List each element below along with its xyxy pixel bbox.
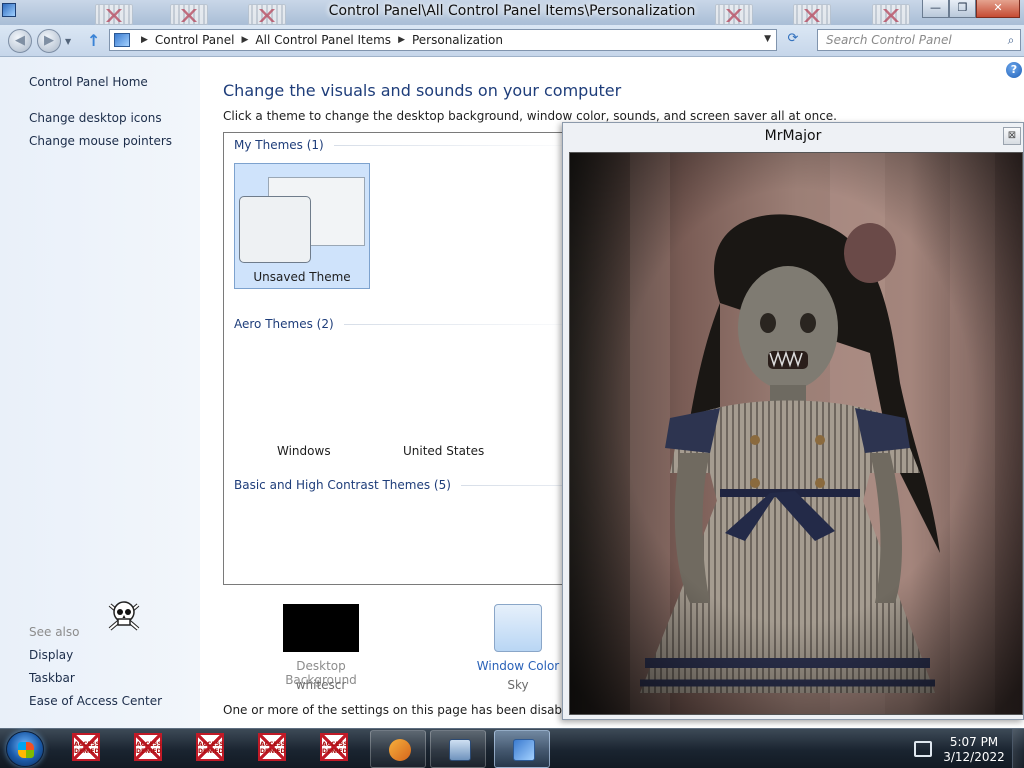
- search-box[interactable]: Search Control Panel ⌕: [817, 29, 1021, 51]
- minimize-button[interactable]: —: [922, 0, 949, 18]
- change-mouse-pointers-link[interactable]: Change mouse pointers: [29, 134, 172, 148]
- clock-date: 3/12/2022: [943, 750, 1005, 764]
- theme-tile-united-states[interactable]: United States: [403, 444, 484, 458]
- change-desktop-icons-link[interactable]: Change desktop icons: [29, 111, 162, 125]
- creepy-doll-image: [569, 152, 1023, 715]
- breadcrumb-control-panel[interactable]: Control Panel: [155, 33, 235, 47]
- group-header-basic-themes: Basic and High Contrast Themes (5): [234, 478, 562, 492]
- popup-title: MrMajor: [764, 128, 822, 144]
- help-icon[interactable]: ?: [1006, 62, 1022, 78]
- window-color-value: Sky: [507, 678, 529, 692]
- access-denied-icon[interactable]: ACCESS DENIED: [72, 733, 100, 761]
- ease-of-access-link[interactable]: Ease of Access Center: [29, 694, 162, 708]
- clock-time: 5:07 PM: [949, 735, 999, 749]
- access-denied-icon[interactable]: ACCESS DENIED: [134, 733, 162, 761]
- recent-pages-dropdown[interactable]: ▼: [65, 37, 71, 46]
- control-panel-icon: [114, 33, 130, 47]
- breadcrumb-separator[interactable]: ▶: [141, 35, 148, 45]
- search-input[interactable]: Search Control Panel: [818, 33, 1002, 47]
- group-header-aero-themes: Aero Themes (2): [234, 317, 562, 331]
- window-icon: [449, 739, 471, 761]
- breadcrumb-all-items[interactable]: All Control Panel Items: [255, 33, 391, 47]
- breadcrumb-personalization[interactable]: Personalization: [412, 33, 503, 47]
- access-denied-icon[interactable]: ACCESS DENIED: [320, 733, 348, 761]
- access-denied-text: ACCESS DENIED: [260, 741, 286, 755]
- access-denied-text: ACCESS DENIED: [136, 741, 162, 755]
- windows-logo-icon: [18, 742, 34, 758]
- breadcrumb[interactable]: ▶ Control Panel ▶ All Control Panel Item…: [109, 29, 777, 51]
- divider: [460, 484, 562, 486]
- theme-tile-windows[interactable]: Windows: [277, 444, 331, 458]
- display-link[interactable]: Display: [29, 648, 73, 662]
- taskbar: ACCESS DENIED ACCESS DENIED ACCESS DENIE…: [0, 728, 1024, 768]
- window-controls: — ❐ ✕: [922, 0, 1020, 18]
- access-denied-text: ACCESS DENIED: [74, 741, 100, 755]
- breadcrumb-separator[interactable]: ▶: [398, 35, 405, 45]
- control-panel-home-link[interactable]: Control Panel Home: [29, 75, 148, 89]
- task-sidebar: Control Panel Home Change desktop icons …: [0, 57, 200, 728]
- doll-picture: [570, 153, 1022, 714]
- window-color-link[interactable]: Window Color: [470, 659, 566, 673]
- group-header-my-themes: My Themes (1): [234, 138, 562, 152]
- window-color-preview[interactable]: [494, 604, 542, 652]
- skull-crossbones-cursor-icon: [108, 601, 140, 631]
- theme-list[interactable]: My Themes (1) Unsaved Theme Aero Themes …: [223, 132, 563, 585]
- group-title: Basic and High Contrast Themes (5): [234, 478, 451, 492]
- access-denied-text: ACCESS DENIED: [198, 741, 224, 755]
- refresh-icon[interactable]: ⟳: [782, 31, 804, 51]
- search-icon[interactable]: ⌕: [1002, 33, 1020, 48]
- divider: [343, 323, 562, 325]
- access-denied-icon[interactable]: ACCESS DENIED: [196, 733, 224, 761]
- taskbar-media-player[interactable]: [370, 730, 426, 768]
- control-panel-icon: [513, 739, 535, 761]
- access-denied-icon[interactable]: ACCESS DENIED: [258, 733, 286, 761]
- popup-close-button[interactable]: ⊠: [1003, 127, 1021, 145]
- network-icon[interactable]: [914, 741, 932, 757]
- clock[interactable]: 5:07 PM 3/12/2022: [938, 735, 1010, 765]
- group-title: My Themes (1): [234, 138, 324, 152]
- desktop-background-value: whitescr: [295, 678, 347, 692]
- media-player-icon: [389, 739, 411, 761]
- taskbar-window[interactable]: [430, 730, 486, 768]
- up-arrow-icon[interactable]: ↑: [87, 31, 100, 50]
- theme-tile-unsaved[interactable]: Unsaved Theme: [234, 163, 370, 289]
- start-button[interactable]: [6, 731, 44, 767]
- access-denied-text: ACCESS DENIED: [322, 741, 348, 755]
- taskbar-control-panel[interactable]: [494, 730, 550, 768]
- address-toolbar: ◀ ▶ ▼ ↑ ▶ Control Panel ▶ All Control Pa…: [0, 25, 1024, 57]
- maximize-button[interactable]: ❐: [949, 0, 976, 18]
- see-also-heading: See also: [29, 625, 80, 639]
- group-title: Aero Themes (2): [234, 317, 334, 331]
- back-button[interactable]: ◀: [8, 29, 32, 53]
- theme-tile-label: Unsaved Theme: [253, 270, 351, 284]
- show-desktop-button[interactable]: [1012, 729, 1024, 768]
- desktop-background-preview[interactable]: [283, 604, 359, 652]
- taskbar-link[interactable]: Taskbar: [29, 671, 75, 685]
- close-button[interactable]: ✕: [976, 0, 1020, 18]
- page-description: Click a theme to change the desktop back…: [223, 109, 837, 123]
- page-title: Change the visuals and sounds on your co…: [223, 81, 622, 100]
- forward-button[interactable]: ▶: [37, 29, 61, 53]
- theme-preview-front: [239, 196, 311, 263]
- title-bar: Control Panel\All Control Panel Items\Pe…: [0, 0, 1024, 25]
- address-history-dropdown[interactable]: ▼: [764, 34, 771, 44]
- popup-window[interactable]: MrMajor ⊠: [562, 122, 1024, 720]
- divider: [333, 144, 562, 146]
- breadcrumb-separator[interactable]: ▶: [242, 35, 249, 45]
- window-title: Control Panel\All Control Panel Items\Pe…: [328, 3, 696, 19]
